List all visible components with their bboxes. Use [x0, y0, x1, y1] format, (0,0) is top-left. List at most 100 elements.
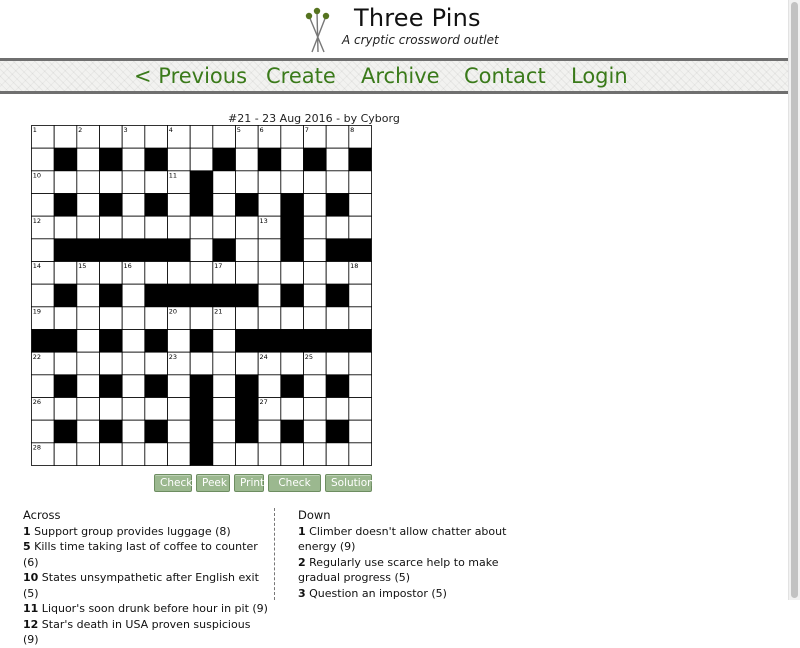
- grid-cell[interactable]: [144, 215, 168, 240]
- grid-cell[interactable]: [280, 261, 304, 285]
- solution-button[interactable]: Solution: [325, 474, 374, 492]
- check-button[interactable]: Check: [154, 474, 192, 492]
- across-clue[interactable]: 10 States unsympathetic after English ex…: [23, 570, 268, 601]
- grid-cell[interactable]: [31, 374, 55, 398]
- grid-cell[interactable]: [348, 193, 372, 217]
- grid-cell[interactable]: [212, 329, 236, 353]
- grid-cell[interactable]: [121, 147, 146, 172]
- nav-archive-link[interactable]: Archive: [361, 64, 440, 88]
- grid-cell[interactable]: [76, 170, 100, 194]
- grid-cell[interactable]: [76, 283, 100, 308]
- grid-cell[interactable]: [76, 193, 100, 217]
- grid-cell[interactable]: [167, 442, 191, 466]
- grid-cell[interactable]: [99, 306, 123, 330]
- grid-cell[interactable]: [303, 283, 327, 308]
- across-clue[interactable]: 12 Star's death in USA proven suspicious…: [23, 617, 268, 648]
- grid-cell[interactable]: [303, 306, 327, 330]
- grid-cell[interactable]: [235, 147, 259, 172]
- grid-cell[interactable]: [303, 442, 327, 466]
- grid-cell[interactable]: [280, 351, 304, 376]
- grid-cell[interactable]: [303, 238, 327, 262]
- grid-cell[interactable]: [280, 125, 304, 149]
- grid-cell[interactable]: [121, 283, 146, 308]
- across-clue[interactable]: 1 Support group provides luggage (8): [23, 524, 268, 540]
- grid-cell[interactable]: [99, 397, 123, 421]
- grid-cell[interactable]: [257, 442, 282, 466]
- grid-cell[interactable]: [348, 419, 372, 444]
- nav-create-link[interactable]: Create: [266, 64, 336, 88]
- grid-cell[interactable]: [144, 442, 168, 466]
- grid-cell[interactable]: [189, 238, 214, 262]
- crossword-grid[interactable]: 1 2 3 4 5 6 7 8 9 10 11 12 13 14 15 16 17 18 19 20 21 22 23 24 2…: [31, 125, 372, 466]
- grid-cell[interactable]: [189, 215, 214, 240]
- grid-cell[interactable]: [280, 397, 304, 421]
- grid-cell[interactable]: [53, 306, 78, 330]
- grid-cell[interactable]: [280, 147, 304, 172]
- grid-cell[interactable]: [325, 442, 350, 466]
- grid-cell[interactable]: [303, 170, 327, 194]
- grid-cell[interactable]: [325, 351, 350, 376]
- grid-cell[interactable]: [325, 147, 350, 172]
- grid-cell[interactable]: [121, 329, 146, 353]
- grid-cell[interactable]: [235, 170, 259, 194]
- grid-cell[interactable]: [235, 442, 259, 466]
- grid-cell[interactable]: [53, 125, 78, 149]
- crossword-grid-svg[interactable]: 1 2 3 4 5 6 7 8910 1112 1314 15 16 17 1819 20 2122 23 24 2…: [31, 125, 372, 466]
- check-all-button[interactable]: Check All: [268, 474, 321, 505]
- grid-cell[interactable]: [144, 261, 168, 285]
- grid-cell[interactable]: [280, 170, 304, 194]
- grid-cell[interactable]: [53, 261, 78, 285]
- grid-cell[interactable]: [144, 306, 168, 330]
- grid-cell[interactable]: [212, 419, 236, 444]
- grid-cell[interactable]: [144, 170, 168, 194]
- grid-cell[interactable]: [121, 374, 146, 398]
- grid-cell[interactable]: [76, 351, 100, 376]
- grid-cell[interactable]: [257, 170, 282, 194]
- grid-cell[interactable]: [121, 193, 146, 217]
- across-clue[interactable]: 11 Liquor's soon drunk before hour in pi…: [23, 601, 268, 617]
- grid-cell[interactable]: [121, 397, 146, 421]
- grid-cell[interactable]: [257, 193, 282, 217]
- nav-login-link[interactable]: Login: [571, 64, 628, 88]
- grid-cell[interactable]: [167, 193, 191, 217]
- grid-cell[interactable]: [325, 397, 350, 421]
- grid-cell[interactable]: [167, 397, 191, 421]
- grid-cell[interactable]: [167, 374, 191, 398]
- grid-cell[interactable]: [99, 125, 123, 149]
- grid-cell[interactable]: [76, 442, 100, 466]
- grid-cell[interactable]: [257, 374, 282, 398]
- grid-cell[interactable]: [189, 351, 214, 376]
- grid-cell[interactable]: [325, 261, 350, 285]
- grid-cell[interactable]: [189, 147, 214, 172]
- scrollbar-thumb[interactable]: [791, 2, 798, 598]
- grid-cell[interactable]: [257, 306, 282, 330]
- grid-cell[interactable]: [31, 238, 55, 262]
- grid-cell[interactable]: [144, 397, 168, 421]
- grid-cell[interactable]: [257, 261, 282, 285]
- grid-cell[interactable]: [167, 329, 191, 353]
- grid-cell[interactable]: [235, 306, 259, 330]
- grid-cell[interactable]: [121, 442, 146, 466]
- grid-cell[interactable]: [325, 215, 350, 240]
- grid-cell[interactable]: [257, 283, 282, 308]
- grid-cell[interactable]: [31, 419, 55, 444]
- grid-cell[interactable]: [212, 215, 236, 240]
- grid-cell[interactable]: [53, 215, 78, 240]
- grid-cell[interactable]: [76, 147, 100, 172]
- grid-cell[interactable]: [348, 170, 372, 194]
- grid-cell[interactable]: [280, 442, 304, 466]
- grid-cell[interactable]: [53, 170, 78, 194]
- grid-cell[interactable]: [99, 215, 123, 240]
- grid-cell[interactable]: [303, 261, 327, 285]
- grid-cell[interactable]: [280, 306, 304, 330]
- grid-cell[interactable]: [212, 193, 236, 217]
- grid-cell[interactable]: [189, 306, 214, 330]
- grid-cell[interactable]: [348, 442, 372, 466]
- grid-cell[interactable]: [99, 351, 123, 376]
- grid-cell[interactable]: [53, 351, 78, 376]
- grid-cell[interactable]: [76, 329, 100, 353]
- grid-cell[interactable]: [325, 170, 350, 194]
- page-scrollbar[interactable]: [788, 0, 800, 600]
- grid-cell[interactable]: [189, 125, 214, 149]
- grid-cell[interactable]: [235, 215, 259, 240]
